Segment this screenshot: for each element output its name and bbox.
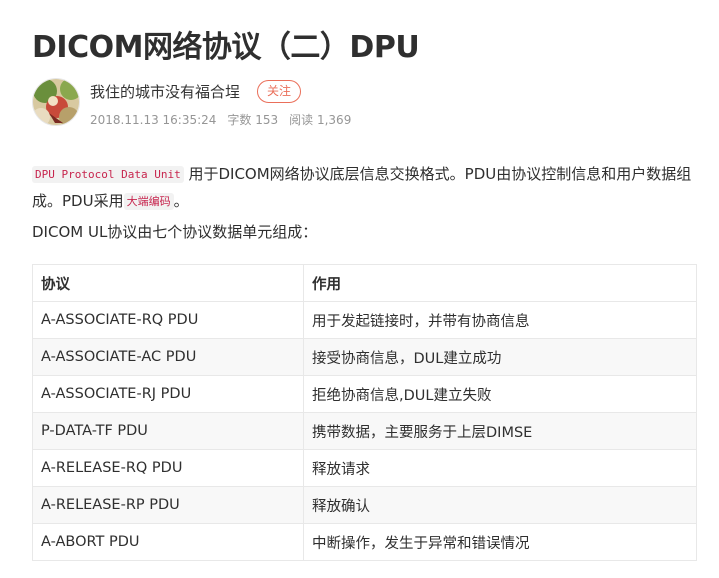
table-cell-protocol: A-RELEASE-RP PDU xyxy=(32,486,304,524)
table-cell-function: 中断操作，发生于异常和错误情况 xyxy=(303,523,697,561)
inline-code-endian: 大端编码 xyxy=(123,193,174,210)
article-page: DICOM网络协议（二）DPU 我住的城市没有福合埕 关注 2018.11.13… xyxy=(0,0,719,578)
pdu-table: 协议 作用 A-ASSOCIATE-RQ PDU 用于发起链接时，并带有协商信息… xyxy=(32,264,697,561)
table-cell-function: 释放请求 xyxy=(303,449,697,487)
avatar[interactable] xyxy=(32,78,80,126)
read-count: 阅读 1,369 xyxy=(289,113,352,127)
table-row: A-ASSOCIATE-AC PDU 接受协商信息，DUL建立成功 xyxy=(32,338,697,376)
inline-code-dpu: DPU Protocol Data Unit xyxy=(32,166,184,183)
table-cell-protocol: A-ASSOCIATE-AC PDU xyxy=(32,338,304,376)
table-cell-function: 释放确认 xyxy=(303,486,697,524)
table-row: P-DATA-TF PDU 携带数据，主要服务于上层DIMSE xyxy=(32,412,697,450)
author-name[interactable]: 我住的城市没有福合埕 xyxy=(90,81,240,102)
follow-button[interactable]: 关注 xyxy=(257,80,301,103)
table-row: A-RELEASE-RQ PDU 释放请求 xyxy=(32,449,697,487)
intro-end: 。 xyxy=(173,192,189,210)
table-cell-function: 拒绝协商信息,DUL建立失败 xyxy=(303,375,697,413)
article-meta: 2018.11.13 16:35:24 字数 153 阅读 1,369 xyxy=(90,111,362,128)
table-cell-function: 接受协商信息，DUL建立成功 xyxy=(303,338,697,376)
pdu-list-intro: DICOM UL协议由七个协议数据单元组成： xyxy=(32,223,318,241)
table-cell-function: 携带数据，主要服务于上层DIMSE xyxy=(303,412,697,450)
table-cell-protocol: A-ASSOCIATE-RQ PDU xyxy=(32,301,304,339)
table-cell-protocol: P-DATA-TF PDU xyxy=(32,412,304,450)
avatar-image xyxy=(33,79,79,125)
table-cell-protocol: A-ASSOCIATE-RJ PDU xyxy=(32,375,304,413)
word-count: 字数 153 xyxy=(227,113,279,127)
table-row: A-ASSOCIATE-RJ PDU 拒绝协商信息,DUL建立失败 xyxy=(32,375,697,413)
table-cell-function: 用于发起链接时，并带有协商信息 xyxy=(303,301,697,339)
table-row: A-ASSOCIATE-RQ PDU 用于发起链接时，并带有协商信息 xyxy=(32,301,697,339)
table-header-protocol: 协议 xyxy=(32,264,304,302)
table-header-row: 协议 作用 xyxy=(32,264,697,302)
table-row: A-RELEASE-RP PDU 释放确认 xyxy=(32,486,697,524)
table-cell-protocol: A-RELEASE-RQ PDU xyxy=(32,449,304,487)
publish-date: 2018.11.13 16:35:24 xyxy=(90,113,217,127)
article-title: DICOM网络协议（二）DPU xyxy=(32,30,420,65)
table-cell-protocol: A-ABORT PDU xyxy=(32,523,304,561)
table-header-function: 作用 xyxy=(303,264,697,302)
table-row: A-ABORT PDU 中断操作，发生于异常和错误情况 xyxy=(32,523,697,561)
intro-paragraph: DPU Protocol Data Unit 用于DICOM网络协议底层信息交换… xyxy=(32,161,696,215)
